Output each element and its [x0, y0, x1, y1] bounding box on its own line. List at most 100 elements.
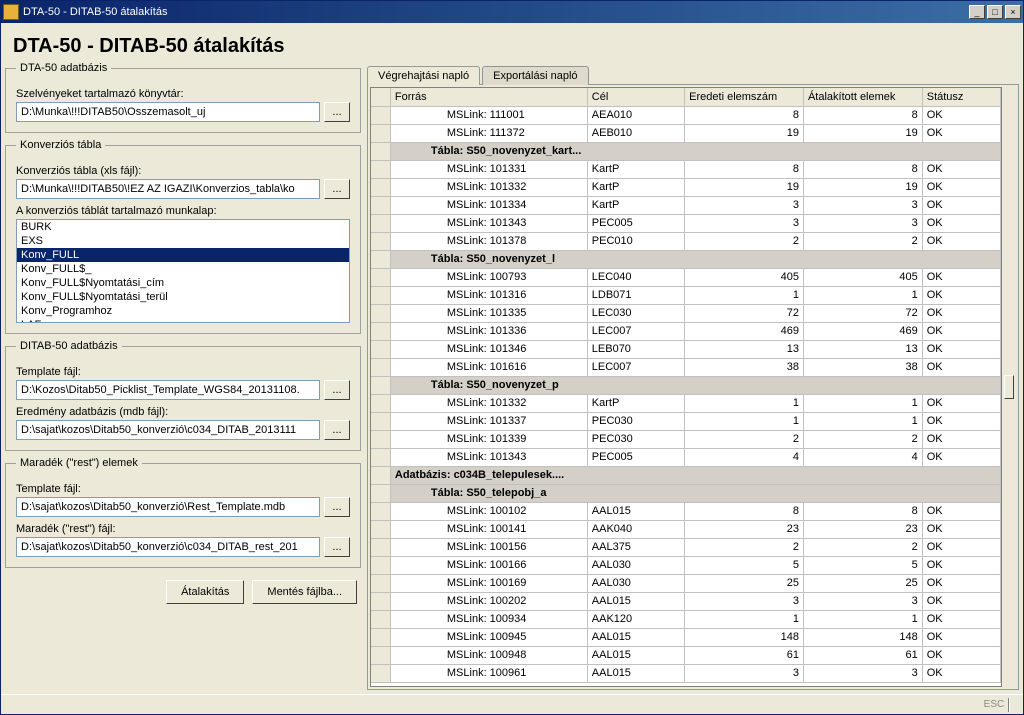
cell: 8: [803, 160, 922, 178]
table-row[interactable]: MSLink: 101337PEC03011OK: [371, 412, 1001, 430]
column-header[interactable]: Státusz: [922, 88, 1000, 106]
table-row[interactable]: MSLink: 101316LDB07111OK: [371, 286, 1001, 304]
client-area: DTA-50 - DITAB-50 átalakítás DTA-50 adat…: [1, 23, 1023, 694]
table-row[interactable]: Tábla: S50_novenyzet_kart...: [371, 142, 1001, 160]
row-header-cell: [371, 592, 390, 610]
rest-template-browse-button[interactable]: ...: [324, 497, 350, 517]
column-header[interactable]: Átalakított elemek: [803, 88, 922, 106]
tab-exec-log[interactable]: Végrehajtási napló: [367, 66, 480, 85]
cell: MSLink: 100793: [390, 268, 587, 286]
table-row[interactable]: Tábla: S50_telepobj_a: [371, 484, 1001, 502]
cell: AAL015: [587, 646, 684, 664]
app-window: DTA-50 - DITAB-50 átalakítás _ □ × DTA-5…: [0, 0, 1024, 715]
group-label: Tábla: S50_novenyzet_p: [390, 376, 1000, 394]
sheet-option[interactable]: Konv_Programhoz: [17, 304, 349, 318]
sheet-option[interactable]: Konv_FULL$Nyomtatási_cím: [17, 276, 349, 290]
table-row[interactable]: MSLink: 101331KartP88OK: [371, 160, 1001, 178]
cell: 72: [803, 304, 922, 322]
cell: 1: [685, 610, 804, 628]
cell: MSLink: 100202: [390, 592, 587, 610]
table-row[interactable]: MSLink: 100934AAK12011OK: [371, 610, 1001, 628]
template-input[interactable]: [16, 380, 320, 400]
table-row[interactable]: MSLink: 100141AAK0402323OK: [371, 520, 1001, 538]
sheet-option[interactable]: Konv_FULL$_: [17, 262, 349, 276]
cell: AAL030: [587, 574, 684, 592]
cell: OK: [922, 430, 1000, 448]
table-row[interactable]: MSLink: 100102AAL01588OK: [371, 502, 1001, 520]
tab-export-log[interactable]: Exportálási napló: [482, 66, 588, 85]
table-row[interactable]: MSLink: 101332KartP11OK: [371, 394, 1001, 412]
sheet-label: A konverziós táblát tartalmazó munkalap:: [16, 205, 350, 217]
xls-browse-button[interactable]: ...: [324, 179, 350, 199]
log-grid[interactable]: ForrásCélEredeti elemszámÁtalakított ele…: [370, 87, 1002, 687]
sheet-option[interactable]: Konv_FULL: [17, 248, 349, 262]
cell: MSLink: 101378: [390, 232, 587, 250]
sheet-option[interactable]: Konv_FULL$Nyomtatási_terül: [17, 290, 349, 304]
rest-file-input[interactable]: [16, 537, 320, 557]
template-browse-button[interactable]: ...: [324, 380, 350, 400]
table-row[interactable]: MSLink: 101332KartP1919OK: [371, 178, 1001, 196]
table-row[interactable]: MSLink: 100945AAL015148148OK: [371, 628, 1001, 646]
cell: 1: [803, 394, 922, 412]
column-header[interactable]: Eredeti elemszám: [685, 88, 804, 106]
table-row[interactable]: MSLink: 111001AEA01088OK: [371, 106, 1001, 124]
sheet-option[interactable]: BURK: [17, 220, 349, 234]
cell: 3: [685, 214, 804, 232]
cell: OK: [922, 268, 1000, 286]
table-row[interactable]: MSLink: 100202AAL01533OK: [371, 592, 1001, 610]
cell: AAK040: [587, 520, 684, 538]
cell: 1: [685, 412, 804, 430]
minimize-button[interactable]: _: [969, 5, 985, 19]
result-browse-button[interactable]: ...: [324, 420, 350, 440]
cell: 38: [685, 358, 804, 376]
column-header[interactable]: Forrás: [390, 88, 587, 106]
sheet-listbox[interactable]: BURKEXSKonv_FULLKonv_FULL$_Konv_FULL$Nyo…: [16, 219, 350, 323]
cell: 2: [803, 232, 922, 250]
rest-template-input[interactable]: [16, 497, 320, 517]
table-row[interactable]: Adatbázis: c034B_telepulesek....: [371, 466, 1001, 484]
table-row[interactable]: MSLink: 101336LEC007469469OK: [371, 322, 1001, 340]
save-to-file-button[interactable]: Mentés fájlba...: [252, 580, 357, 604]
page-title: DTA-50 - DITAB-50 átalakítás: [13, 35, 1011, 58]
status-esc: ESC: [984, 699, 1005, 710]
table-row[interactable]: MSLink: 101343PEC00544OK: [371, 448, 1001, 466]
table-row[interactable]: MSLink: 101378PEC01022OK: [371, 232, 1001, 250]
table-row[interactable]: MSLink: 100166AAL03055OK: [371, 556, 1001, 574]
table-row[interactable]: MSLink: 101346LEB0701313OK: [371, 340, 1001, 358]
table-row[interactable]: Tábla: S50_novenyzet_l: [371, 250, 1001, 268]
cell: 1: [803, 610, 922, 628]
dir-browse-button[interactable]: ...: [324, 102, 350, 122]
table-row[interactable]: MSLink: 101616LEC0073838OK: [371, 358, 1001, 376]
table-row[interactable]: MSLink: 111372AEB0101919OK: [371, 124, 1001, 142]
result-input[interactable]: [16, 420, 320, 440]
close-button[interactable]: ×: [1005, 5, 1021, 19]
table-row[interactable]: MSLink: 100169AAL0302525OK: [371, 574, 1001, 592]
table-row[interactable]: MSLink: 100156AAL37522OK: [371, 538, 1001, 556]
vscroll-grip-icon[interactable]: [1004, 375, 1014, 399]
rest-file-browse-button[interactable]: ...: [324, 537, 350, 557]
maximize-button[interactable]: □: [987, 5, 1003, 19]
app-icon: [3, 4, 19, 20]
cell: 19: [685, 124, 804, 142]
table-row[interactable]: MSLink: 100793LEC040405405OK: [371, 268, 1001, 286]
table-row[interactable]: Tábla: S50_novenyzet_p: [371, 376, 1001, 394]
cell: 3: [803, 196, 922, 214]
cell: AAL015: [587, 628, 684, 646]
convert-button[interactable]: Átalakítás: [166, 580, 244, 604]
table-row[interactable]: MSLink: 100961AAL01533OK: [371, 664, 1001, 682]
cell: LEC040: [587, 268, 684, 286]
cell: OK: [922, 610, 1000, 628]
cell: OK: [922, 124, 1000, 142]
table-row[interactable]: MSLink: 101339PEC03022OK: [371, 430, 1001, 448]
cell: 148: [685, 628, 804, 646]
table-row[interactable]: MSLink: 100948AAL0156161OK: [371, 646, 1001, 664]
column-header[interactable]: Cél: [587, 88, 684, 106]
table-row[interactable]: MSLink: 101343PEC00533OK: [371, 214, 1001, 232]
sheet-option[interactable]: EXS: [17, 234, 349, 248]
cell: 13: [685, 340, 804, 358]
dir-input[interactable]: [16, 102, 320, 122]
sheet-option[interactable]: LAF: [17, 318, 349, 323]
xls-input[interactable]: [16, 179, 320, 199]
table-row[interactable]: MSLink: 101335LEC0307272OK: [371, 304, 1001, 322]
table-row[interactable]: MSLink: 101334KartP33OK: [371, 196, 1001, 214]
